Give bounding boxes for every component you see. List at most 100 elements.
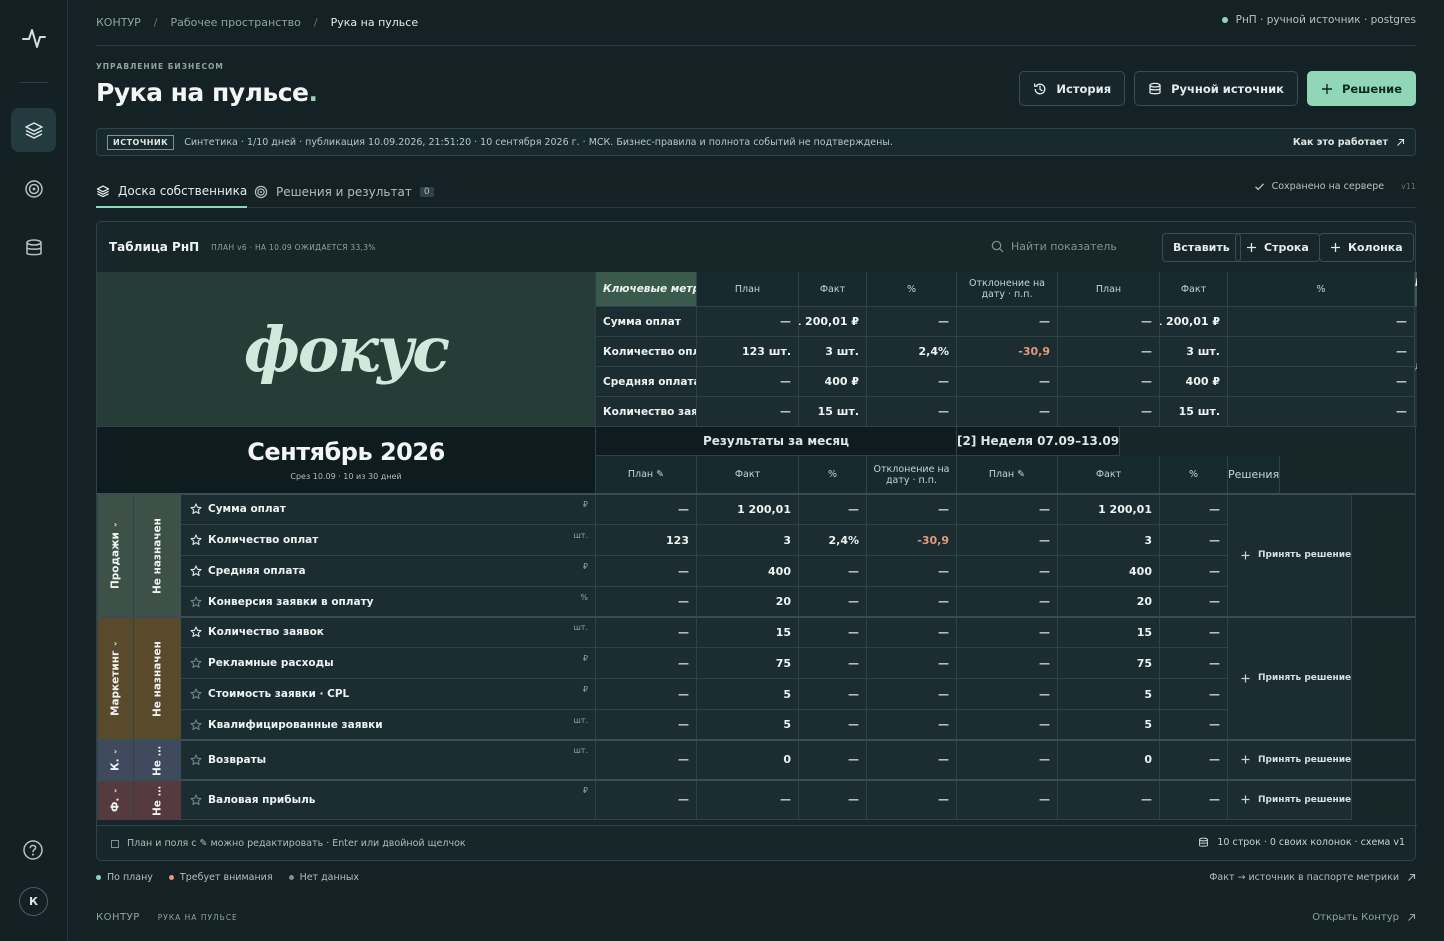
source-tag: ИСТОЧНИК xyxy=(107,134,175,150)
avatar[interactable]: К xyxy=(19,887,48,916)
search-input[interactable]: Найти показатель xyxy=(991,240,1117,253)
metric-value[interactable]: — xyxy=(957,587,1058,617)
insert-button[interactable]: Вставить xyxy=(1162,233,1241,262)
take-decision-button[interactable]: Принять решение xyxy=(1228,494,1353,617)
star-filled-icon[interactable] xyxy=(190,503,202,515)
layers-icon xyxy=(96,185,110,198)
nav-data-button[interactable] xyxy=(11,226,56,270)
metric-value[interactable]: — xyxy=(596,710,697,740)
tab-owner-board[interactable]: Доска собственника xyxy=(96,176,248,208)
group-owner[interactable]: Не назначен xyxy=(133,494,181,617)
metric-value[interactable]: — xyxy=(596,740,697,780)
metric-row-name[interactable]: Количество оплат шт. xyxy=(181,525,596,556)
metric-unit: шт. xyxy=(573,716,588,725)
how-it-works-link[interactable]: Как это работает xyxy=(1293,137,1405,148)
metric-row-name[interactable]: Рекламные расходы ₽ xyxy=(181,648,596,679)
metric-value[interactable]: — xyxy=(957,494,1058,525)
help-icon[interactable] xyxy=(22,839,44,861)
metric-value[interactable]: — xyxy=(957,740,1058,780)
star-empty-icon[interactable] xyxy=(190,793,202,806)
star-filled-icon[interactable] xyxy=(190,626,202,638)
metric-value: 5 xyxy=(1058,710,1160,740)
star-filled-icon[interactable] xyxy=(190,565,202,577)
metric-value: 3 xyxy=(1058,525,1160,556)
add-column-button[interactable]: Колонка xyxy=(1319,233,1414,262)
group-name: Маркетинг xyxy=(109,650,122,717)
metric-value: — xyxy=(867,617,957,648)
metric-value[interactable]: — xyxy=(596,556,697,587)
metric-value: 2,4% xyxy=(799,525,867,556)
tab-decisions[interactable]: Решения и результат 0 xyxy=(254,176,434,208)
breadcrumb-root[interactable]: КОНТУР xyxy=(96,16,141,29)
star-empty-icon[interactable] xyxy=(190,753,202,766)
star-empty-icon[interactable] xyxy=(190,657,202,669)
new-decision-button[interactable]: Решение xyxy=(1306,71,1416,106)
metric-value[interactable]: — xyxy=(596,494,697,525)
focus-metric-value: 3 шт. xyxy=(799,337,867,367)
manual-source-button[interactable]: Ручной источник xyxy=(1134,71,1298,106)
add-row-button[interactable]: Строка xyxy=(1235,233,1320,262)
metric-value: — xyxy=(799,780,867,820)
key-metrics-header: Ключевые метрики xyxy=(596,272,697,307)
metric-row-name[interactable]: Конверсия заявки в оплату% xyxy=(181,587,596,617)
metric-row-name[interactable]: Стоимость заявки · CPL ₽ xyxy=(181,679,596,710)
metric-row-name[interactable]: Средняя оплата ₽ xyxy=(181,556,596,587)
metric-name: Квалифицированные заявки xyxy=(208,718,383,731)
legend-no-data: Нет данных xyxy=(288,872,359,883)
group-owner[interactable]: Не … xyxy=(133,780,181,820)
nav-goals-button[interactable] xyxy=(11,167,56,211)
take-decision-button[interactable]: Принять решение xyxy=(1228,740,1353,780)
metric-value[interactable]: — xyxy=(957,525,1058,556)
metric-value[interactable]: — xyxy=(596,780,697,820)
period-column-header[interactable]: План ✎ xyxy=(957,456,1058,494)
star-empty-icon[interactable] xyxy=(190,718,202,731)
focus-metric-value: — xyxy=(1228,367,1415,397)
group-label[interactable]: Продажи › xyxy=(97,494,133,617)
metric-unit: ₽ xyxy=(582,500,588,509)
edit-hint-text: План и поля с ✎ можно редактировать · En… xyxy=(127,838,466,849)
group-label[interactable]: Маркетинг › xyxy=(97,617,133,740)
group-owner[interactable]: Не … xyxy=(133,740,181,780)
history-button[interactable]: История xyxy=(1019,71,1126,106)
nav-board-button[interactable] xyxy=(11,108,56,152)
focus-metric-value: — xyxy=(1228,337,1415,367)
fact-source-link[interactable]: Факт → источник в паспорте метрики xyxy=(1209,872,1416,883)
open-kontur-link[interactable]: Открыть Контур xyxy=(1312,912,1416,923)
metric-value[interactable]: — xyxy=(596,587,697,617)
metric-value[interactable]: — xyxy=(957,780,1058,820)
external-link-icon xyxy=(1408,873,1416,881)
star-empty-icon[interactable] xyxy=(190,688,202,700)
table-header: Таблица РнП ПЛАН v6 · НА 10.09 ОЖИДАЕТСЯ… xyxy=(109,240,376,254)
add-focus-button[interactable]: + Добавить фокус xyxy=(1415,307,1417,427)
focus-logo-text: фокус xyxy=(243,312,450,386)
focus-column-header: План xyxy=(1058,272,1160,307)
metric-row-name[interactable]: Количество заявок шт. xyxy=(181,617,596,648)
star-empty-icon[interactable] xyxy=(190,595,202,608)
take-decision-button[interactable]: Принять решение xyxy=(1228,780,1353,820)
manual-source-button-label: Ручной источник xyxy=(1171,81,1284,96)
metric-value[interactable]: — xyxy=(957,648,1058,679)
metric-row-name[interactable]: Валовая прибыль ₽ xyxy=(181,780,596,820)
metric-value[interactable]: — xyxy=(957,710,1058,740)
breadcrumb-workspace[interactable]: Рабочее пространство xyxy=(171,16,301,29)
metric-row-name[interactable]: Квалифицированные заявки шт. xyxy=(181,710,596,740)
metric-value[interactable]: — xyxy=(957,556,1058,587)
star-filled-icon[interactable] xyxy=(190,534,202,546)
metric-row-name[interactable]: Сумма оплат ₽ xyxy=(181,494,596,525)
metric-value[interactable]: — xyxy=(957,617,1058,648)
period-column-header[interactable]: План ✎ xyxy=(596,456,697,494)
take-decision-button[interactable]: Принять решение xyxy=(1228,617,1353,740)
metric-value[interactable]: — xyxy=(596,617,697,648)
pulse-logo-icon[interactable] xyxy=(20,24,48,52)
group-label[interactable]: Ф. › xyxy=(97,780,133,820)
metric-value[interactable]: — xyxy=(957,679,1058,710)
month-results-header: Результаты за месяц xyxy=(596,427,957,456)
group-label[interactable]: К. › xyxy=(97,740,133,780)
metric-value[interactable]: — xyxy=(596,679,697,710)
group-owner[interactable]: Не назначен xyxy=(133,617,181,740)
metric-value[interactable]: 123 xyxy=(596,525,697,556)
plus-icon xyxy=(1241,551,1250,559)
metric-row-name[interactable]: Возвраты шт. xyxy=(181,740,596,780)
footer-brand[interactable]: КОНТУР xyxy=(96,912,140,923)
metric-value[interactable]: — xyxy=(596,648,697,679)
